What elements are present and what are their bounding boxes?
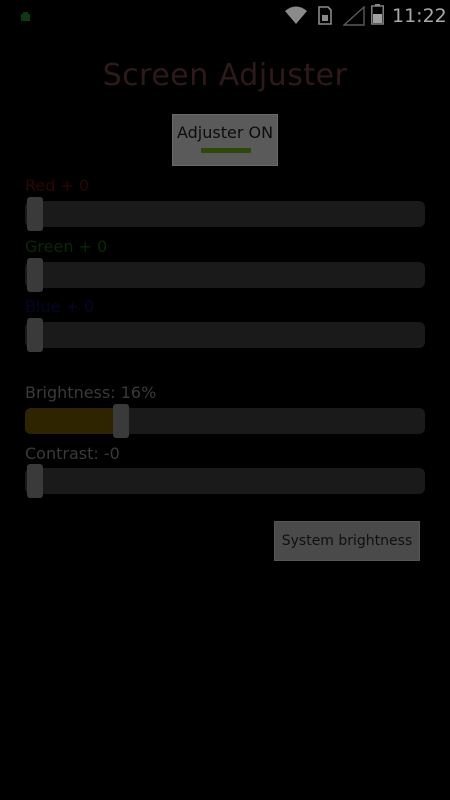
wifi-icon xyxy=(285,6,307,24)
green-slider-label: Green + 0 xyxy=(25,237,108,256)
battery-icon xyxy=(371,4,384,25)
status-bar: 11:22 xyxy=(0,0,450,32)
green-slider[interactable] xyxy=(25,258,425,292)
system-brightness-button[interactable]: System brightness xyxy=(274,521,420,561)
brightness-slider[interactable] xyxy=(25,404,425,438)
notification-dot-icon xyxy=(21,12,30,21)
contrast-slider[interactable] xyxy=(25,464,425,498)
status-time: 11:22 xyxy=(392,5,447,27)
brightness-slider-fill xyxy=(25,408,121,434)
signal-icon xyxy=(343,6,365,26)
brightness-slider-thumb[interactable] xyxy=(112,404,129,438)
green-slider-thumb[interactable] xyxy=(27,258,43,292)
brightness-slider-label: Brightness: 16% xyxy=(25,383,157,402)
red-slider-thumb[interactable] xyxy=(27,197,43,231)
blue-slider-label: Blue + 0 xyxy=(25,297,95,316)
adjuster-toggle-button[interactable]: Adjuster ON xyxy=(172,114,278,166)
blue-slider[interactable] xyxy=(25,318,425,352)
app-screen: 11:22 Screen Adjuster Adjuster ON Red + … xyxy=(0,0,450,800)
red-slider-label: Red + 0 xyxy=(25,176,90,195)
app-title: Screen Adjuster xyxy=(102,58,348,93)
toggle-on-indicator xyxy=(201,148,251,153)
red-slider[interactable] xyxy=(25,197,425,231)
adjuster-toggle-label: Adjuster ON xyxy=(176,123,274,142)
blue-slider-thumb[interactable] xyxy=(27,318,43,352)
sim-card-icon xyxy=(318,6,332,25)
contrast-slider-thumb[interactable] xyxy=(27,464,43,498)
contrast-slider-label: Contrast: -0 xyxy=(25,444,120,463)
